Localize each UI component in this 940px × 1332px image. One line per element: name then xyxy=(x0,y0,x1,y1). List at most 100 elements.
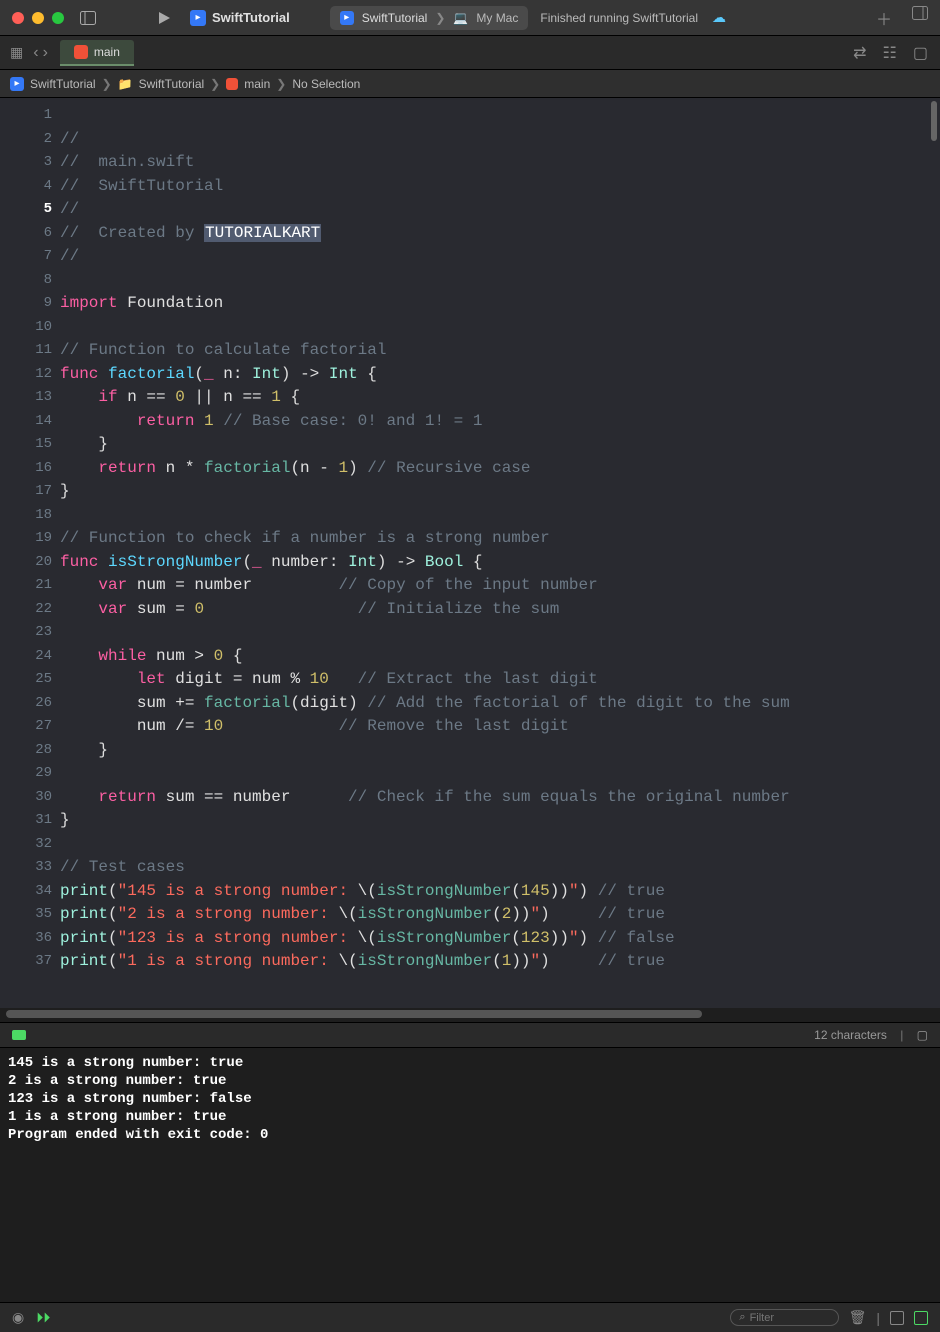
line-number[interactable]: 10 xyxy=(0,316,52,340)
debug-footer: ◉ ⏵⏵ ⌕ 🗑 | xyxy=(0,1302,940,1332)
line-number[interactable]: 31 xyxy=(0,809,52,833)
console-view-icon[interactable] xyxy=(914,1311,928,1325)
line-number[interactable]: 36 xyxy=(0,927,52,951)
build-status: Finished running SwiftTutorial xyxy=(540,11,698,25)
code-editor[interactable]: 1234567891011121314151617181920212223242… xyxy=(0,98,940,1008)
line-number[interactable]: 33 xyxy=(0,856,52,880)
character-count: 12 characters xyxy=(814,1028,887,1042)
variables-view-icon[interactable] xyxy=(890,1311,904,1325)
line-number[interactable]: 13 xyxy=(0,386,52,410)
tab-main[interactable]: main xyxy=(60,40,134,66)
line-number[interactable]: 14 xyxy=(0,410,52,434)
line-number[interactable]: 1 xyxy=(0,104,52,128)
line-number[interactable]: 34 xyxy=(0,880,52,904)
line-number[interactable]: 17 xyxy=(0,480,52,504)
line-number[interactable]: 22 xyxy=(0,598,52,622)
console-filter[interactable]: ⌕ xyxy=(730,1309,838,1326)
line-number[interactable]: 9 xyxy=(0,292,52,316)
swift-file-icon xyxy=(74,45,88,59)
device-name: My Mac xyxy=(476,11,518,25)
line-number[interactable]: 5 xyxy=(0,198,52,222)
filter-input[interactable] xyxy=(750,1312,830,1324)
related-items-icon[interactable]: ▦ xyxy=(10,44,23,61)
console-line: 1 is a strong number: true xyxy=(8,1109,226,1125)
adjust-icon[interactable]: ☷ xyxy=(883,43,897,63)
project-icon: ▸ xyxy=(10,77,24,91)
line-number[interactable]: 27 xyxy=(0,715,52,739)
chevron-right-icon: ❯ xyxy=(102,77,112,91)
run-button[interactable] xyxy=(156,10,172,26)
console-line: Program ended with exit code: 0 xyxy=(8,1127,268,1143)
line-number[interactable]: 12 xyxy=(0,363,52,387)
breakpoint-indicator-icon[interactable]: ⏵⏵ xyxy=(36,1309,50,1326)
refresh-icon[interactable]: ⇄ xyxy=(853,43,866,63)
line-number[interactable]: 19 xyxy=(0,527,52,551)
line-number[interactable]: 30 xyxy=(0,786,52,810)
code-content[interactable]: // // main.swift // SwiftTutorial // // … xyxy=(60,98,940,1008)
app-icon: ▸ xyxy=(190,10,206,26)
visibility-icon[interactable]: ◉ xyxy=(12,1309,24,1326)
breadcrumb[interactable]: ▸ SwiftTutorial ❯ 📁 SwiftTutorial ❯ main… xyxy=(0,70,940,98)
line-number[interactable]: 8 xyxy=(0,269,52,293)
device-icon: 💻 xyxy=(453,11,468,25)
debug-bar: 12 characters | ▢ xyxy=(0,1022,940,1048)
line-number[interactable]: 28 xyxy=(0,739,52,763)
line-number[interactable]: 32 xyxy=(0,833,52,857)
minimize-window-button[interactable] xyxy=(32,12,44,24)
line-number[interactable]: 26 xyxy=(0,692,52,716)
breadcrumb-selection[interactable]: No Selection xyxy=(292,77,360,91)
chevron-right-icon: ❯ xyxy=(210,77,220,91)
sidebar-toggle-icon[interactable] xyxy=(80,10,96,26)
cloud-icon[interactable]: ☁︎ xyxy=(712,9,726,26)
line-number[interactable]: 23 xyxy=(0,621,52,645)
console-line: 145 is a strong number: true xyxy=(8,1055,243,1071)
folder-icon: 📁 xyxy=(118,77,133,91)
line-number[interactable]: 4 xyxy=(0,175,52,199)
line-number[interactable]: 37 xyxy=(0,950,52,974)
line-number[interactable]: 21 xyxy=(0,574,52,598)
line-number[interactable]: 18 xyxy=(0,504,52,528)
breadcrumb-file[interactable]: main xyxy=(244,77,270,91)
app-name: SwiftTutorial xyxy=(212,10,290,25)
line-number[interactable]: 3 xyxy=(0,151,52,175)
line-number[interactable]: 15 xyxy=(0,433,52,457)
line-number[interactable]: 29 xyxy=(0,762,52,786)
panel-icon[interactable]: ▢ xyxy=(917,1028,928,1042)
tab-label: main xyxy=(94,45,120,59)
chevron-right-icon: ❯ xyxy=(435,11,445,25)
title-bar: ▸ SwiftTutorial ▸ SwiftTutorial ❯ 💻 My M… xyxy=(0,0,940,36)
line-number[interactable]: 6 xyxy=(0,222,52,246)
line-number[interactable]: 2 xyxy=(0,128,52,152)
back-button[interactable]: ‹ xyxy=(33,44,38,62)
line-number[interactable]: 20 xyxy=(0,551,52,575)
tab-bar: ▦ ‹ › main ⇄ ☷ ▢ xyxy=(0,36,940,70)
run-destination-pill[interactable]: ▸ SwiftTutorial ❯ 💻 My Mac xyxy=(330,6,529,30)
scrollbar-thumb[interactable] xyxy=(6,1010,702,1018)
line-number[interactable]: 24 xyxy=(0,645,52,669)
line-number[interactable]: 25 xyxy=(0,668,52,692)
line-number[interactable]: 16 xyxy=(0,457,52,481)
vertical-scrollbar[interactable] xyxy=(931,101,937,141)
console-output[interactable]: 145 is a strong number: true 2 is a stro… xyxy=(0,1048,940,1302)
window-controls xyxy=(12,12,64,24)
add-tab-button[interactable]: ＋ xyxy=(876,6,892,30)
line-number[interactable]: 7 xyxy=(0,245,52,269)
breadcrumb-folder[interactable]: SwiftTutorial xyxy=(139,77,205,91)
breadcrumb-root[interactable]: SwiftTutorial xyxy=(30,77,96,91)
line-gutter: 1234567891011121314151617181920212223242… xyxy=(0,98,60,1008)
line-number[interactable]: 11 xyxy=(0,339,52,363)
chevron-right-icon: ❯ xyxy=(276,77,286,91)
swift-file-icon xyxy=(226,78,238,90)
status-indicator[interactable] xyxy=(12,1030,26,1040)
library-icon[interactable] xyxy=(912,6,928,30)
close-window-button[interactable] xyxy=(12,12,24,24)
console-line: 2 is a strong number: true xyxy=(8,1073,226,1089)
line-number[interactable]: 35 xyxy=(0,903,52,927)
horizontal-scrollbar[interactable] xyxy=(6,1008,934,1022)
fullscreen-window-button[interactable] xyxy=(52,12,64,24)
forward-button[interactable]: › xyxy=(43,44,48,62)
panel-icon[interactable]: ▢ xyxy=(913,43,928,63)
scheme-selector[interactable]: ▸ SwiftTutorial xyxy=(190,10,290,26)
console-line: 123 is a strong number: false xyxy=(8,1091,252,1107)
trash-icon[interactable]: 🗑 xyxy=(849,1309,867,1326)
